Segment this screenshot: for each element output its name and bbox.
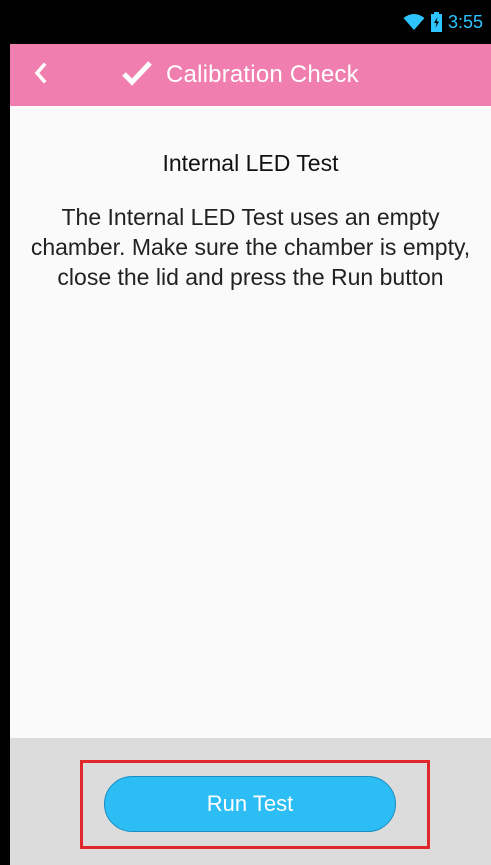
test-instructions: The Internal LED Test uses an empty cham… xyxy=(30,204,471,290)
run-test-button[interactable]: Run Test xyxy=(104,776,396,832)
chevron-left-icon xyxy=(33,62,47,89)
status-icons: 3:55 xyxy=(403,10,483,34)
battery-icon xyxy=(430,12,442,32)
status-bar: 3:55 xyxy=(10,0,491,44)
test-heading: Internal LED Test xyxy=(162,150,339,176)
app-bar-title-group: Calibration Check xyxy=(122,44,359,106)
main-content: Internal LED Test The Internal LED Test … xyxy=(10,106,491,732)
app-screen: 3:55 Calibration Check Internal LED Test… xyxy=(10,0,491,865)
page-title: Calibration Check xyxy=(166,61,359,88)
checkmark-icon xyxy=(122,60,152,91)
wifi-icon xyxy=(403,13,425,31)
status-time: 3:55 xyxy=(447,11,483,32)
back-button[interactable] xyxy=(16,44,64,106)
bottom-action-bar: Run Test xyxy=(10,738,491,865)
app-bar: Calibration Check xyxy=(10,44,491,106)
